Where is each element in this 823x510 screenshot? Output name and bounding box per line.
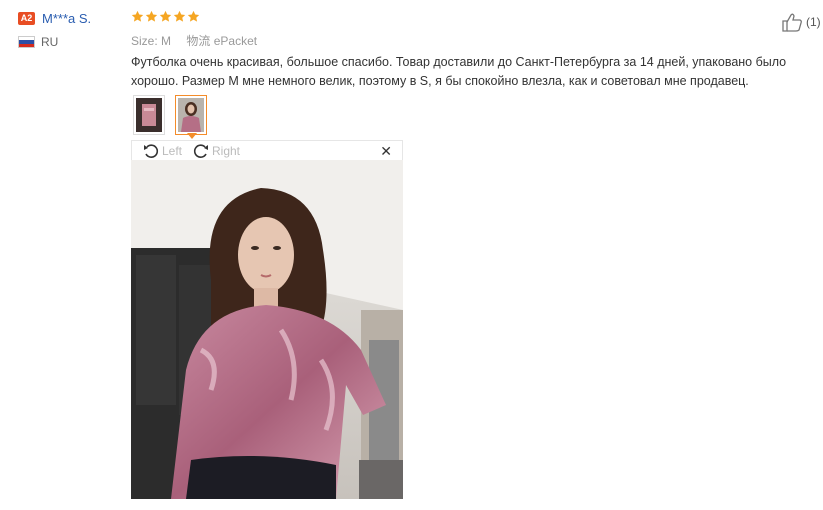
review-attributes: Size: M 物流 ePacket bbox=[131, 32, 269, 49]
review-photo-image bbox=[131, 160, 403, 499]
review-text: Футболка очень красивая, большое спасибо… bbox=[131, 55, 787, 88]
star-icon bbox=[131, 10, 144, 22]
thumbs-up-icon bbox=[782, 13, 802, 32]
review-photo bbox=[131, 160, 403, 499]
review-thumbnails bbox=[133, 95, 207, 135]
shipping-value: ePacket bbox=[213, 34, 258, 48]
country-code: RU bbox=[41, 35, 59, 49]
close-icon[interactable]: ✕ bbox=[380, 143, 392, 160]
helpful-count: (1) bbox=[806, 15, 821, 29]
buyer-level-badge: A2 bbox=[18, 12, 35, 25]
thumbnail-image bbox=[136, 98, 162, 132]
star-icon bbox=[145, 10, 158, 22]
shipping-label: 物流 bbox=[186, 34, 211, 48]
rotate-right-label: Right bbox=[212, 144, 241, 158]
active-thumbnail-caret bbox=[187, 133, 197, 139]
thumbnail-image bbox=[178, 98, 204, 132]
image-viewer-toolbar: Left Right ✕ bbox=[131, 140, 403, 160]
star-icon bbox=[187, 10, 200, 22]
rotate-left-icon bbox=[144, 144, 159, 158]
size-value: M bbox=[161, 34, 172, 48]
rotate-left-label: Left bbox=[162, 144, 183, 158]
helpful-button[interactable]: (1) bbox=[781, 12, 821, 32]
rotate-left-button[interactable]: Left bbox=[142, 143, 182, 159]
reviewer-name[interactable]: M***a S. bbox=[42, 11, 91, 26]
star-icon bbox=[159, 10, 172, 22]
star-rating bbox=[131, 10, 200, 26]
rotate-right-icon bbox=[193, 144, 208, 158]
rotate-right-button[interactable]: Right bbox=[192, 143, 240, 159]
size-label: Size: bbox=[131, 34, 158, 48]
star-icon bbox=[173, 10, 186, 22]
country-flag-icon bbox=[18, 36, 35, 48]
review-thumbnail-1[interactable] bbox=[133, 95, 165, 135]
review-thumbnail-2[interactable] bbox=[175, 95, 207, 135]
